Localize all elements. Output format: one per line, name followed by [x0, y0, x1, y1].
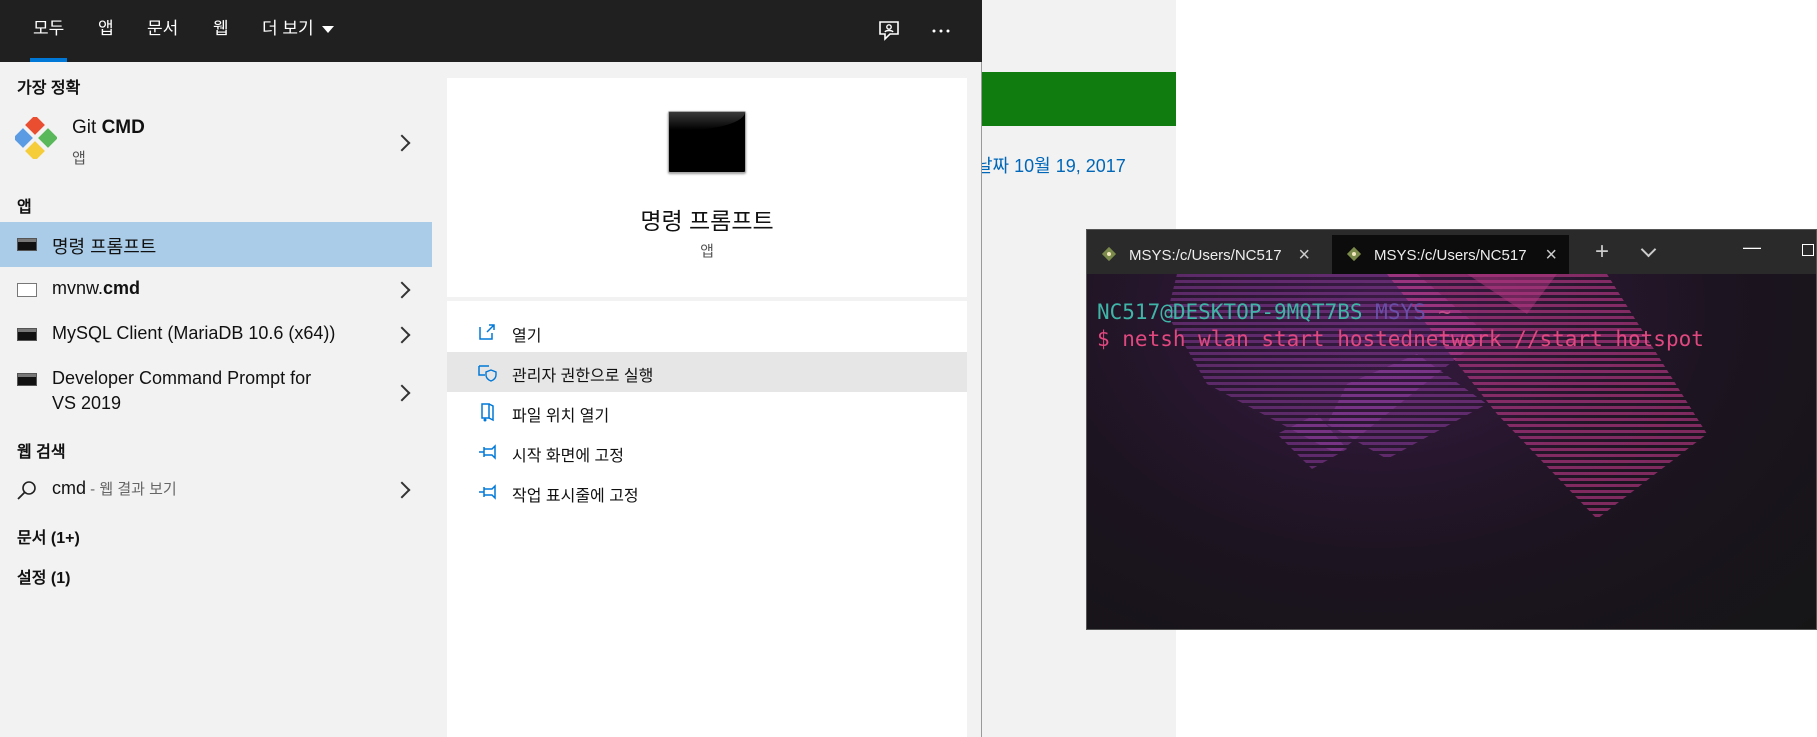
more-options-icon[interactable] — [926, 16, 956, 46]
action-label: 파일 위치 열기 — [512, 408, 610, 425]
action-label: 관리자 권한으로 실행 — [512, 368, 654, 385]
best-match-title: Git CMD — [72, 117, 145, 139]
app-item-label: 명령 프롬프트 — [52, 237, 157, 257]
pin-icon — [477, 442, 497, 462]
command-prompt-icon — [17, 373, 37, 386]
section-settings[interactable]: 설정 (1) — [17, 564, 70, 588]
action-run-as-admin[interactable]: 관리자 권한으로 실행 — [447, 352, 967, 392]
git-icon — [1346, 246, 1362, 262]
terminal-window[interactable]: MSYS:/c/Users/NC517 × MSYS:/c/Users/NC51… — [1086, 229, 1817, 630]
terminal-tab-bar: MSYS:/c/Users/NC517 × MSYS:/c/Users/NC51… — [1087, 230, 1816, 274]
app-item-label: MySQL Client (MariaDB 10.6 (x64)) — [52, 323, 336, 343]
detail-pane: 명령 프롬프트 앱 열기 관리자 권한으로 실행 파일 위치 열기 시작 화면에… — [447, 78, 967, 737]
tab-documents[interactable]: 문서 — [147, 0, 178, 62]
open-icon — [477, 322, 497, 342]
app-item-developer-command-prompt[interactable]: Developer Command Prompt for VS 2019 — [0, 357, 432, 427]
best-match-git-cmd[interactable]: Git CMD 앱 — [0, 105, 432, 181]
action-pin-to-start[interactable]: 시작 화면에 고정 — [447, 432, 967, 472]
app-item-command-prompt[interactable]: 명령 프롬프트 — [0, 222, 432, 267]
minimize-icon[interactable]: — — [1743, 237, 1761, 258]
chevron-right-icon[interactable] — [393, 481, 411, 499]
web-result-suffix: - 웹 결과 보기 — [86, 481, 177, 498]
terminal-tab-2[interactable]: MSYS:/c/Users/NC517 × — [1332, 235, 1569, 274]
app-item-label-bold: cmd — [103, 278, 141, 298]
tab-web[interactable]: 웹 — [213, 0, 229, 62]
best-match-name-bold: CMD — [101, 117, 145, 138]
prompt-env: MSYS — [1375, 300, 1426, 324]
git-cmd-icon — [13, 115, 58, 161]
terminal-command-line: $ netsh wlan start hostednetwork //start… — [1097, 327, 1704, 351]
detail-title: 명령 프롬프트 — [640, 208, 774, 234]
pin-icon — [477, 482, 497, 502]
command-prompt-icon — [17, 238, 37, 251]
admin-shield-icon — [477, 362, 497, 382]
webpage-green-banner — [980, 72, 1176, 126]
chevron-down-icon — [321, 26, 334, 34]
chevron-right-icon[interactable] — [393, 326, 411, 344]
action-open-file-location[interactable]: 파일 위치 열기 — [447, 392, 967, 432]
web-result-query: cmd — [52, 478, 87, 498]
search-icon — [16, 479, 38, 501]
git-icon — [1101, 246, 1117, 262]
maximize-icon[interactable] — [1802, 244, 1814, 256]
app-item-label-line2: VS 2019 — [52, 393, 122, 413]
webpage-date-text: 날짜 10월 19, 2017 — [976, 156, 1126, 176]
detail-header: 명령 프롬프트 앱 — [447, 78, 967, 301]
web-result-text: cmd - 웹 결과 보기 — [52, 478, 177, 499]
best-match-name-prefix: Git — [72, 117, 102, 138]
terminal-tab-1[interactable]: MSYS:/c/Users/NC517 × — [1087, 235, 1322, 274]
app-item-label-line1: Developer Command Prompt for — [52, 368, 312, 388]
section-apps: 앱 — [17, 199, 32, 216]
app-item-label: mvnw.cmd — [52, 278, 140, 299]
chevron-right-icon[interactable] — [393, 281, 411, 299]
start-menu-search: 모두 앱 문서 웹 더 보기 가장 정확 Git CMD 앱 앱 명령 프롬프트 — [0, 0, 982, 737]
action-pin-to-taskbar[interactable]: 작업 표시줄에 고정 — [447, 472, 967, 512]
terminal-output[interactable]: NC517@DESKTOP-9MQT7BS MSYS ~ $ netsh wla… — [1087, 274, 1816, 629]
search-filter-bar: 모두 앱 문서 웹 더 보기 — [0, 0, 982, 62]
action-label: 열기 — [512, 328, 542, 345]
chevron-down-icon[interactable] — [1640, 241, 1657, 258]
action-label: 작업 표시줄에 고정 — [512, 488, 639, 505]
terminal-prompt-line: NC517@DESKTOP-9MQT7BS MSYS ~ — [1097, 300, 1451, 324]
detail-subtitle: 앱 — [700, 243, 714, 260]
tab-more[interactable]: 더 보기 — [262, 0, 334, 62]
chevron-right-icon[interactable] — [393, 134, 411, 152]
tab-all[interactable]: 모두 — [29, 0, 68, 62]
file-location-icon — [477, 402, 497, 422]
app-item-mysql-client[interactable]: MySQL Client (MariaDB 10.6 (x64)) — [0, 312, 432, 357]
section-web-search: 웹 검색 — [17, 444, 66, 461]
action-label: 시작 화면에 고정 — [512, 448, 624, 465]
app-item-mvnw-cmd[interactable]: mvnw.cmd — [0, 267, 432, 312]
close-tab-icon[interactable]: × — [1298, 244, 1310, 267]
prompt-path: ~ — [1438, 300, 1452, 324]
chevron-right-icon[interactable] — [393, 384, 411, 402]
terminal-tab-title: MSYS:/c/Users/NC517 — [1374, 247, 1527, 264]
section-documents[interactable]: 문서 (1+) — [17, 524, 80, 548]
command-prompt-large-icon — [668, 111, 746, 173]
terminal-tab-title: MSYS:/c/Users/NC517 — [1129, 247, 1282, 264]
feedback-icon[interactable] — [874, 16, 904, 46]
action-open[interactable]: 열기 — [447, 312, 967, 352]
web-result-cmd[interactable]: cmd - 웹 결과 보기 — [0, 467, 432, 512]
script-file-icon — [17, 283, 37, 297]
close-tab-icon[interactable]: × — [1545, 244, 1557, 267]
command-prompt-icon — [17, 328, 37, 341]
app-item-label-prefix: mvnw. — [52, 278, 104, 298]
best-match-type: 앱 — [72, 150, 86, 167]
section-best-match: 가장 정확 — [17, 80, 81, 97]
tab-apps[interactable]: 앱 — [98, 0, 114, 62]
new-tab-icon[interactable]: + — [1595, 238, 1609, 266]
tab-more-label: 더 보기 — [262, 19, 314, 38]
prompt-user-host: NC517@DESKTOP-9MQT7BS — [1097, 300, 1363, 324]
